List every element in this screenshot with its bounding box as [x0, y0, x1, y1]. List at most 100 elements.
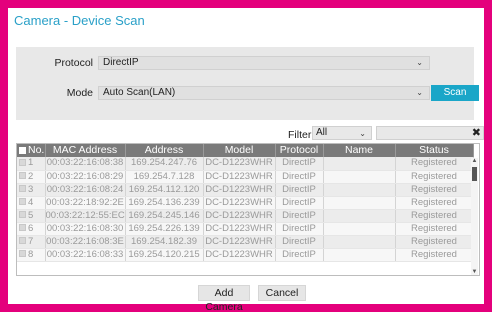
cell-no: 2: [17, 170, 46, 184]
column-header-name[interactable]: Name: [323, 144, 396, 157]
cell-no: 7: [17, 235, 46, 249]
filter-search-input[interactable]: ✖: [376, 126, 484, 140]
cell-no: 6: [17, 222, 46, 236]
scroll-up-icon[interactable]: ▲: [471, 158, 478, 164]
chevron-down-icon: ⌄: [359, 129, 366, 138]
table-row[interactable]: 3 00:03:22:16:08:24 169.254.112.120 DC-D122…: [17, 183, 474, 197]
filter-select-value: All: [316, 127, 328, 138]
row-checkbox[interactable]: [19, 198, 26, 206]
table-header-row: No. MAC Address Address Model Protocol N…: [17, 144, 474, 157]
cell-status: Registered: [395, 157, 474, 171]
row-checkbox[interactable]: [19, 185, 26, 193]
cell-name: [323, 170, 396, 184]
protocol-select-value: DirectIP: [103, 57, 139, 68]
cell-name: [323, 183, 396, 197]
cell-status: Registered: [395, 209, 474, 223]
cell-mac: 00:03:22:16:08:24: [45, 183, 126, 197]
chevron-down-icon: ⌄: [416, 88, 423, 97]
cell-no: 1: [17, 157, 46, 171]
cell-name: [323, 157, 396, 171]
cell-status: Registered: [395, 235, 474, 249]
cell-mac: 00:03:22:12:55:EC: [45, 209, 126, 223]
row-checkbox[interactable]: [19, 237, 26, 245]
column-header-model[interactable]: Model: [203, 144, 276, 157]
cell-status: Registered: [395, 248, 474, 262]
mode-label: Mode: [66, 87, 93, 99]
row-checkbox[interactable]: [19, 250, 26, 258]
row-number: 3: [28, 183, 34, 195]
cell-mac: 00:03:22:18:92:2E: [45, 196, 126, 210]
table-row[interactable]: 4 00:03:22:18:92:2E 169.254.136.239 DC-D122…: [17, 196, 474, 210]
table-row[interactable]: 8 00:03:22:16:08:33 169.254.120.215 DC-D122…: [17, 248, 474, 262]
cell-model: DC-D1223WHR: [203, 235, 276, 249]
dialog-title: Camera - Device Scan: [14, 13, 145, 28]
scroll-down-icon[interactable]: ▼: [471, 269, 478, 275]
cell-mac: 00:03:22:16:08:29: [45, 170, 126, 184]
filter-select[interactable]: All ⌄: [312, 126, 372, 140]
filter-label: Filter: [288, 129, 312, 141]
column-header-mac[interactable]: MAC Address: [45, 144, 126, 157]
column-header-status[interactable]: Status: [395, 144, 474, 157]
cell-address: 169.254.7.128: [125, 170, 204, 184]
cell-mac: 00:03:22:16:08:33: [45, 248, 126, 262]
row-number: 6: [28, 222, 34, 234]
cell-no: 3: [17, 183, 46, 197]
cell-model: DC-D1223WHR: [203, 196, 276, 210]
cell-name: [323, 222, 396, 236]
cell-model: DC-D1223WHR: [203, 248, 276, 262]
cell-name: [323, 248, 396, 262]
cell-model: DC-D1223WHR: [203, 209, 276, 223]
row-checkbox[interactable]: [19, 159, 26, 167]
scrollbar-thumb[interactable]: [472, 167, 477, 181]
table-row[interactable]: 7 00:03:22:16:08:3E 169.254.182.39 DC-D1223…: [17, 235, 474, 249]
cell-address: 169.254.120.215: [125, 248, 204, 262]
cell-address: 169.254.226.139: [125, 222, 204, 236]
cell-mac: 00:03:22:16:08:30: [45, 222, 126, 236]
cell-model: DC-D1223WHR: [203, 183, 276, 197]
table-scrollbar[interactable]: ▲ ▼: [471, 158, 478, 275]
cell-no: 8: [17, 248, 46, 262]
cell-status: Registered: [395, 183, 474, 197]
table-row[interactable]: 5 00:03:22:12:55:EC 169.254.245.146 DC-D122…: [17, 209, 474, 223]
column-header-protocol[interactable]: Protocol: [275, 144, 324, 157]
cell-address: 169.254.112.120: [125, 183, 204, 197]
cell-protocol: DirectIP: [275, 170, 324, 184]
cell-name: [323, 196, 396, 210]
row-checkbox[interactable]: [19, 211, 26, 219]
scan-settings-panel: Protocol DirectIP ⌄ Mode Auto Scan(LAN) …: [16, 47, 479, 120]
row-number: 8: [28, 248, 34, 260]
scan-button[interactable]: Scan: [431, 85, 479, 101]
cell-no: 5: [17, 209, 46, 223]
clear-icon[interactable]: ✖: [472, 126, 481, 139]
mode-select[interactable]: Auto Scan(LAN) ⌄: [98, 86, 430, 100]
select-all-checkbox[interactable]: [19, 146, 26, 154]
row-checkbox[interactable]: [19, 224, 26, 232]
chevron-down-icon: ⌄: [416, 58, 423, 67]
cell-address: 169.254.247.76: [125, 157, 204, 171]
cell-protocol: DirectIP: [275, 196, 324, 210]
table-row[interactable]: 6 00:03:22:16:08:30 169.254.226.139 DC-D122…: [17, 222, 474, 236]
cancel-button[interactable]: Cancel: [258, 285, 306, 301]
cell-address: 169.254.182.39: [125, 235, 204, 249]
row-number: 7: [28, 235, 34, 247]
cell-status: Registered: [395, 222, 474, 236]
table-row[interactable]: 1 00:03:22:16:08:38 169.254.247.76 DC-D1223…: [17, 157, 474, 171]
table-row[interactable]: 2 00:03:22:16:08:29 169.254.7.128 DC-D1223W…: [17, 170, 474, 184]
add-camera-button[interactable]: Add Camera: [198, 285, 250, 312]
cell-model: DC-D1223WHR: [203, 170, 276, 184]
protocol-select[interactable]: DirectIP ⌄: [98, 56, 430, 70]
cell-model: DC-D1223WHR: [203, 157, 276, 171]
cell-name: [323, 209, 396, 223]
cell-address: 169.254.245.146: [125, 209, 204, 223]
cell-protocol: DirectIP: [275, 209, 324, 223]
device-table: No. MAC Address Address Model Protocol N…: [16, 143, 480, 276]
column-header-no[interactable]: No.: [17, 144, 46, 157]
column-header-address[interactable]: Address: [125, 144, 204, 157]
cell-mac: 00:03:22:16:08:38: [45, 157, 126, 171]
row-number: 2: [28, 170, 34, 182]
row-checkbox[interactable]: [19, 172, 26, 180]
cell-status: Registered: [395, 170, 474, 184]
cell-address: 169.254.136.239: [125, 196, 204, 210]
protocol-label: Protocol: [54, 57, 93, 69]
column-header-label: No.: [28, 144, 45, 156]
